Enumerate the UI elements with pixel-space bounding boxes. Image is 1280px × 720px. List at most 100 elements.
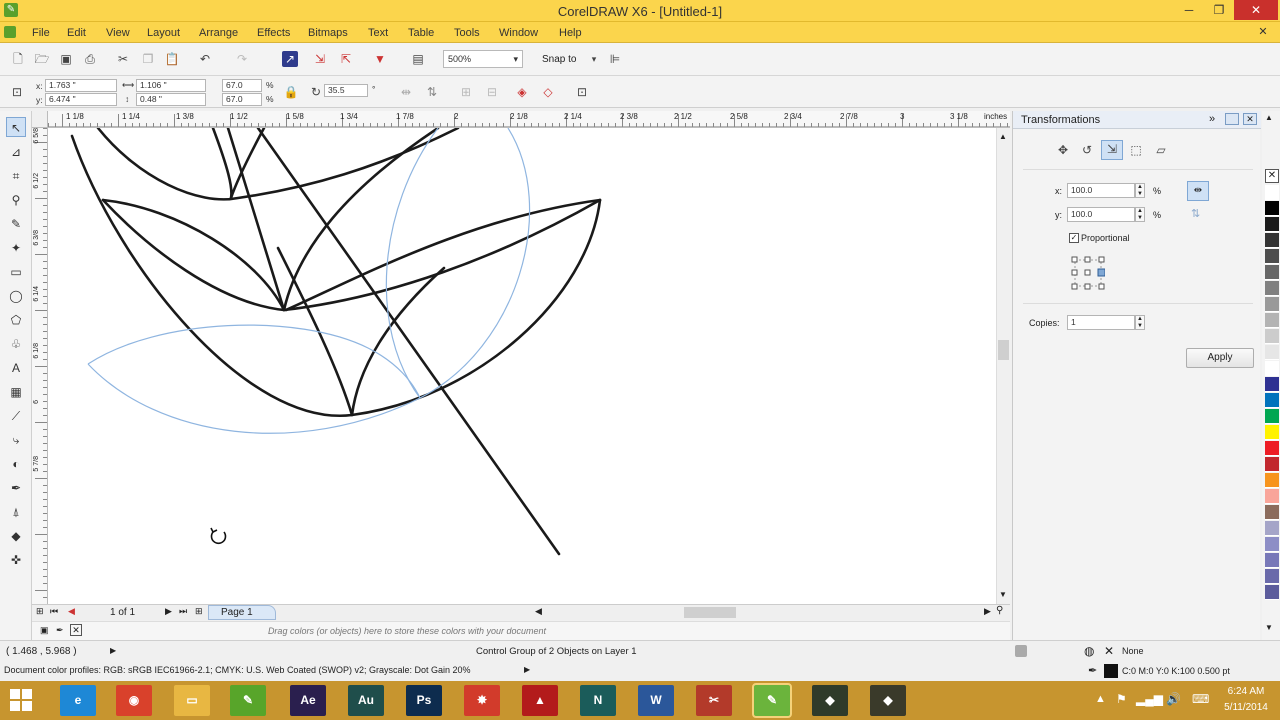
color-swatch[interactable]	[1265, 377, 1279, 392]
y-position-field[interactable]: 6.474 "	[45, 93, 117, 106]
combine-icon[interactable]: ◈	[514, 84, 530, 100]
scale-y-field[interactable]: 67.0	[222, 93, 262, 106]
fill-tool-icon[interactable]: ◆	[6, 526, 26, 546]
mirror-v-icon[interactable]: ⇅	[424, 84, 440, 100]
color-swatch[interactable]	[1265, 537, 1279, 552]
menu-table[interactable]: Table	[408, 27, 434, 39]
taskbar-acrobat-icon[interactable]: ▲	[522, 685, 558, 716]
scale-y-input[interactable]: 100.0	[1067, 207, 1135, 222]
taskbar-coreldraw-active-icon[interactable]: ✎	[752, 683, 792, 718]
color-swatch[interactable]	[1265, 233, 1279, 248]
copies-stepper[interactable]: ▲ ▼	[1135, 315, 1145, 330]
apply-button[interactable]: Apply	[1186, 348, 1254, 368]
taskbar-corel-photo-icon[interactable]: N	[580, 685, 616, 716]
ellipse-tool-icon[interactable]: ◯	[6, 286, 26, 306]
taskbar-audition-icon[interactable]: Au	[348, 685, 384, 716]
mirror-horizontal-icon[interactable]: ⇹	[1187, 181, 1209, 201]
taskbar-app-dark2-icon[interactable]: ◆	[870, 685, 906, 716]
tray-network-icon[interactable]: ▂▄▆	[1136, 692, 1163, 706]
menu-tools[interactable]: Tools	[454, 27, 480, 39]
tray-chevron-icon[interactable]: ▲	[1095, 693, 1106, 705]
palette-scroll-down-icon[interactable]: ▼	[1265, 623, 1273, 632]
ruler-origin[interactable]	[32, 111, 48, 128]
menu-view[interactable]: View	[106, 27, 130, 39]
paste-icon[interactable]: 📋	[164, 51, 180, 67]
publish-pdf-icon[interactable]: ▼	[372, 51, 388, 67]
docker-minimize-icon[interactable]	[1225, 113, 1239, 125]
search-content-icon[interactable]: ↗	[282, 51, 298, 67]
tray-keyboard-icon[interactable]: ⌨	[1192, 692, 1209, 706]
scroll-down-icon[interactable]: ▼	[999, 590, 1007, 599]
close-button[interactable]: ✕	[1234, 0, 1278, 20]
taskbar-photoshop-icon[interactable]: Ps	[406, 685, 442, 716]
color-swatch[interactable]	[1265, 185, 1279, 200]
smart-fill-icon[interactable]: ✦	[6, 238, 26, 258]
rotate-mode-icon[interactable]: ↺	[1079, 142, 1095, 158]
document-palette[interactable]: ▣ ✒ ✕ Drag colors (or objects) here to s…	[32, 621, 1010, 640]
clock-date[interactable]: 5/11/2014	[1216, 702, 1276, 713]
color-swatch[interactable]	[1265, 201, 1279, 216]
copy-icon[interactable]: ❐	[140, 51, 156, 67]
scale-y-stepper[interactable]: ▲ ▼	[1135, 207, 1145, 222]
dimension-tool-icon[interactable]: ⟋	[6, 406, 26, 426]
crop-tool-icon[interactable]: ⌗	[6, 166, 26, 186]
color-swatch[interactable]	[1265, 393, 1279, 408]
color-swatch[interactable]	[1265, 441, 1279, 456]
vertical-ruler[interactable]: 6 5/8 6 1/2 6 3/8 6 1/4 6 1/8 6 5 7/8	[32, 128, 48, 604]
color-profiles[interactable]: Document color profiles: RGB: sRGB IEC61…	[4, 665, 471, 675]
pick-tool-icon[interactable]: ↖	[6, 117, 26, 137]
import-icon[interactable]: ⇲	[312, 51, 328, 67]
taskbar-word-icon[interactable]: W	[638, 685, 674, 716]
taskbar-file-explorer-icon[interactable]: ▭	[174, 685, 210, 716]
mirror-vertical-icon[interactable]: ⇅	[1191, 207, 1200, 220]
rectangle-tool-icon[interactable]: ▭	[6, 262, 26, 282]
anchor-grid[interactable]	[1071, 256, 1106, 290]
freehand-tool-icon[interactable]: ✎	[6, 214, 26, 234]
save-icon[interactable]: ▣	[58, 51, 74, 67]
add-page-icon[interactable]: ⊞	[195, 606, 203, 617]
last-page-icon[interactable]: ⏭	[179, 606, 187, 617]
restore-button[interactable]: ❐	[1204, 0, 1234, 20]
tray-volume-icon[interactable]: 🔊	[1166, 692, 1181, 706]
cut-icon[interactable]: ✂	[115, 51, 131, 67]
scroll-up-icon[interactable]: ▲	[999, 132, 1007, 141]
start-button[interactable]	[10, 689, 32, 711]
width-field[interactable]: 1.106 "	[136, 79, 206, 92]
color-swatch[interactable]	[1265, 297, 1279, 312]
group-icon[interactable]: ⊞	[458, 84, 474, 100]
coords-arrow-icon[interactable]: ▶	[110, 646, 116, 655]
color-swatch[interactable]	[1265, 457, 1279, 472]
color-swatch[interactable]	[1265, 409, 1279, 424]
profiles-arrow-icon[interactable]: ▶	[524, 665, 530, 674]
taskbar-internet-explorer-icon[interactable]: e	[60, 685, 96, 716]
position-mode-icon[interactable]: ✥	[1055, 142, 1071, 158]
new-icon[interactable]: 🗋	[10, 51, 26, 67]
taskbar-coreldraw-icon[interactable]: ✎	[230, 685, 266, 716]
prev-page-icon[interactable]: ◀	[68, 606, 75, 617]
vertical-scrollbar[interactable]: ▲ ▼	[996, 128, 1010, 604]
leaf-drawing[interactable]	[70, 128, 602, 556]
interactive-fill-icon[interactable]: ✜	[6, 550, 26, 570]
color-swatch[interactable]	[1265, 585, 1279, 600]
menu-arrange[interactable]: Arrange	[199, 27, 238, 39]
outline-tool-icon[interactable]: ⍋	[6, 502, 26, 522]
x-position-field[interactable]: 1.763 "	[45, 79, 117, 92]
skew-mode-icon[interactable]: ▱	[1153, 142, 1169, 158]
shape-tool-icon[interactable]: ⊿	[6, 142, 26, 162]
menu-file[interactable]: File	[32, 27, 50, 39]
scale-x-stepper[interactable]: ▲ ▼	[1135, 183, 1145, 198]
menu-edit[interactable]: Edit	[67, 27, 86, 39]
taskbar-app-tools-icon[interactable]: ✂	[696, 685, 732, 716]
docker-expand-icon[interactable]: »	[1209, 113, 1215, 125]
docker-close-icon[interactable]: ✕	[1243, 113, 1257, 125]
status-info-icon[interactable]	[1015, 645, 1027, 657]
selected-outline[interactable]	[87, 128, 531, 434]
color-swatch[interactable]	[1265, 249, 1279, 264]
table-tool-icon[interactable]: ▦	[6, 382, 26, 402]
menu-bitmaps[interactable]: Bitmaps	[308, 27, 348, 39]
page-insert-icon[interactable]: ⊞	[36, 606, 44, 617]
color-swatch[interactable]	[1265, 217, 1279, 232]
palette-scroll-up-icon[interactable]: ▲	[1265, 113, 1273, 122]
color-swatch[interactable]	[1265, 505, 1279, 520]
polygon-tool-icon[interactable]: ⬠	[6, 310, 26, 330]
